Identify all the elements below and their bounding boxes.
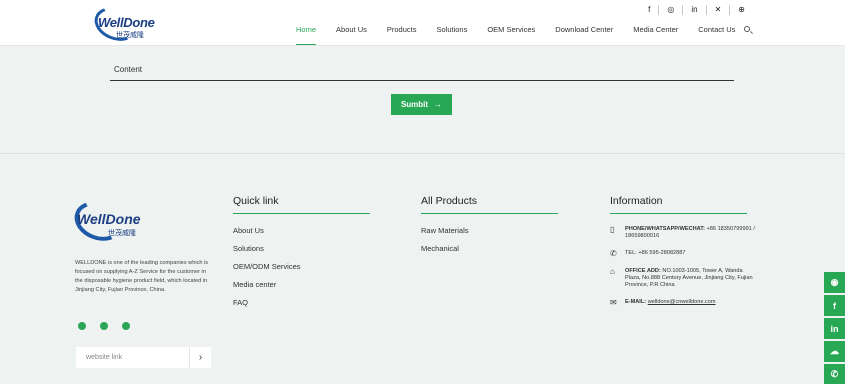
section-divider: [0, 153, 845, 154]
sidebar-facebook-icon[interactable]: f: [824, 295, 845, 316]
x-icon[interactable]: ✕: [705, 5, 730, 15]
website-link-input[interactable]: website link ›: [76, 347, 211, 368]
nav-solutions[interactable]: Solutions: [436, 25, 467, 45]
all-products-list: Raw Materials Mechanical: [421, 226, 469, 262]
footer-logo[interactable]: WellDone 世茂威隆: [69, 194, 154, 248]
nav-download-center[interactable]: Download Center: [555, 25, 613, 45]
content-field[interactable]: [110, 60, 734, 81]
quick-link-media-center[interactable]: Media center: [233, 280, 301, 298]
facebook-icon[interactable]: f: [640, 5, 658, 15]
chevron-right-icon[interactable]: ›: [189, 347, 211, 368]
telephone-icon: ✆: [610, 249, 617, 258]
language-icon[interactable]: ⊕: [729, 5, 753, 15]
mail-icon: ✉: [610, 298, 617, 307]
phone-icon: ▯: [610, 225, 615, 234]
instagram-icon[interactable]: ◎: [658, 5, 682, 15]
about-text: WELLDONE is one of the leading companies…: [75, 260, 209, 293]
phone-label: PHONE/WHATSAPP/WECHAT:: [625, 226, 705, 232]
home-icon: ⌂: [610, 267, 615, 276]
quick-link-solutions[interactable]: Solutions: [233, 244, 301, 262]
footer-logo-text: WellDone: [77, 211, 141, 227]
all-products-underline: [421, 213, 558, 214]
quick-link-faq[interactable]: FAQ: [233, 298, 301, 316]
main-nav: Home About Us Products Solutions OEM Ser…: [296, 25, 755, 45]
sidebar-linkedin-icon[interactable]: in: [824, 318, 845, 339]
logo-cn-text: 世茂威隆: [116, 32, 144, 39]
email-label: E-MAIL:: [625, 299, 647, 305]
nav-about-us[interactable]: About Us: [336, 25, 367, 45]
nav-products[interactable]: Products: [387, 25, 417, 45]
nav-contact-us[interactable]: Contact Us: [698, 25, 735, 45]
view-icon[interactable]: ◉: [824, 272, 845, 293]
footer-social-links: [78, 322, 130, 330]
nav-home[interactable]: Home: [296, 25, 317, 45]
information-underline: [610, 213, 747, 214]
quick-link-oem-odm[interactable]: OEM/ODM Services: [233, 262, 301, 280]
linkedin-icon[interactable]: in: [682, 5, 705, 15]
welldone-logo[interactable]: WellDone 世茂威隆: [89, 1, 166, 47]
product-raw-materials[interactable]: Raw Materials: [421, 226, 469, 244]
whatsapp-icon[interactable]: ✆: [824, 364, 845, 384]
submit-label: Sumbit: [400, 100, 429, 109]
search-icon[interactable]: [744, 26, 750, 32]
quick-link-underline: [233, 213, 370, 214]
logo-text: WellDone: [98, 15, 155, 30]
tel-value: TEL: +86 595-28082887: [625, 250, 686, 256]
information-title: Information: [610, 195, 663, 207]
submit-button[interactable]: Sumbit →: [391, 94, 452, 115]
address-label: OFFICE ADD:: [625, 268, 661, 274]
all-products-title: All Products: [421, 195, 478, 207]
floating-sidebar: ◉ f in ☁ ✆: [824, 272, 845, 384]
nav-media-center[interactable]: Media Center: [633, 25, 678, 45]
footer-facebook-icon[interactable]: [100, 322, 108, 330]
site-header: WellDone 世茂威隆 f ◎ in ✕ ⊕ Home About Us P…: [0, 0, 845, 47]
wechat-icon[interactable]: ☁: [824, 341, 845, 362]
quick-link-list: About Us Solutions OEM/ODM Services Medi…: [233, 226, 301, 316]
quick-link-about-us[interactable]: About Us: [233, 226, 301, 244]
header-social-links: f ◎ in ✕ ⊕: [640, 4, 753, 16]
email-link[interactable]: welldone@cnwelldone.com: [648, 299, 716, 305]
nav-oem-services[interactable]: OEM Services: [487, 25, 535, 45]
footer-logo-cn-text: 世茂威隆: [108, 230, 136, 237]
website-placeholder: website link: [86, 354, 123, 361]
content-placeholder: Content: [114, 65, 143, 74]
product-mechanical[interactable]: Mechanical: [421, 244, 469, 262]
footer-web-icon[interactable]: [78, 322, 86, 330]
arrow-right-icon: →: [434, 100, 443, 109]
footer-instagram-icon[interactable]: [122, 322, 130, 330]
quick-link-title: Quick link: [233, 195, 279, 207]
